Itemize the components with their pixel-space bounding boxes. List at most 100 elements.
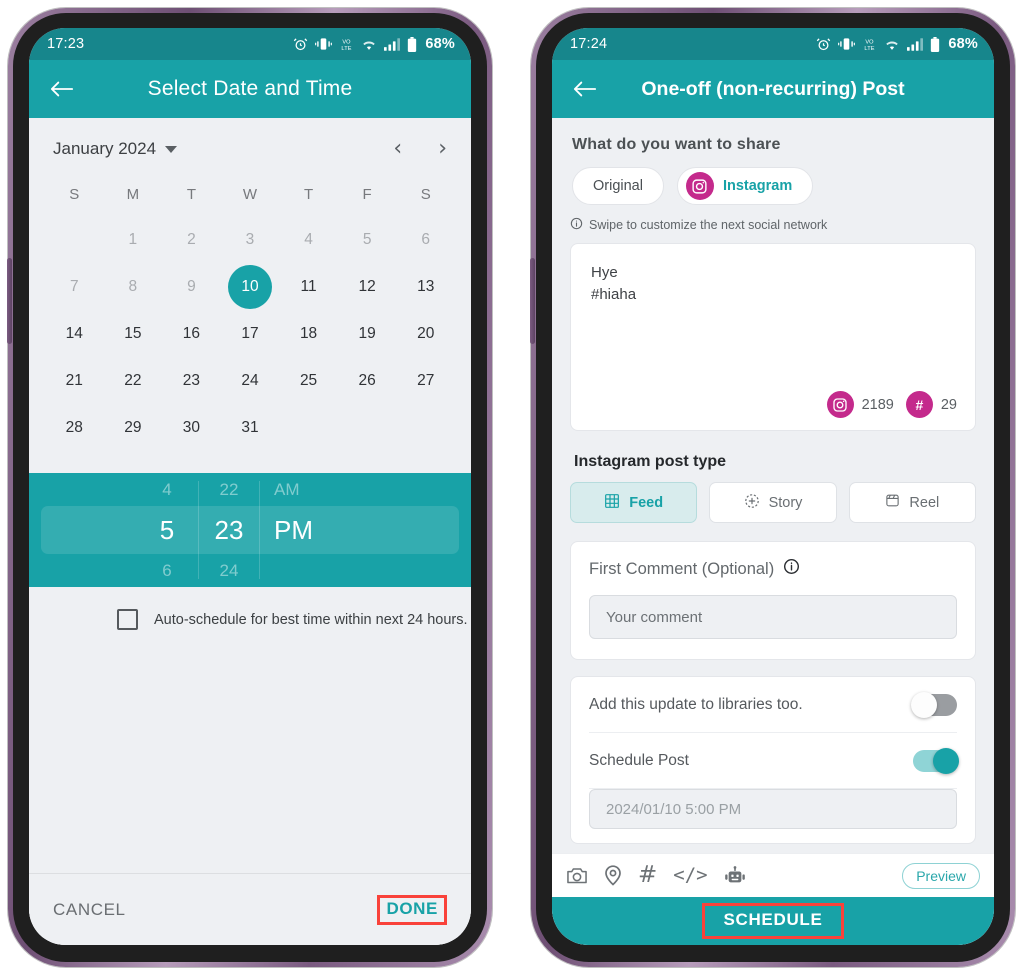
ampm-current[interactable]: PM bbox=[274, 506, 364, 554]
calendar-day-7[interactable]: 7 bbox=[45, 263, 104, 310]
arrow-left-icon[interactable] bbox=[45, 72, 79, 106]
calendar-day-2[interactable]: 2 bbox=[162, 216, 221, 263]
calendar-day-27[interactable]: 27 bbox=[396, 357, 455, 404]
calendar-day-11[interactable]: 11 bbox=[279, 263, 338, 310]
next-month-icon[interactable]: › bbox=[438, 138, 447, 160]
phone-left: 17:23 VO LTE 68% Select Date and Time Ja… bbox=[7, 8, 492, 967]
hashtag-icon[interactable]: # bbox=[638, 864, 657, 887]
chevron-down-icon[interactable] bbox=[165, 145, 178, 153]
calendar-day-30[interactable]: 30 bbox=[162, 404, 221, 451]
hour-next[interactable]: 6 bbox=[136, 554, 198, 587]
calendar-day-23[interactable]: 23 bbox=[162, 357, 221, 404]
info-circle-icon[interactable] bbox=[783, 558, 800, 580]
first-comment-card: First Comment (Optional) Your comment bbox=[570, 541, 976, 660]
hour-column[interactable]: 4 5 6 bbox=[136, 473, 198, 587]
calendar-day-empty bbox=[396, 404, 455, 451]
cancel-button[interactable]: CANCEL bbox=[53, 900, 126, 920]
post-text-input[interactable]: Hye #hiaha 2189 # 29 bbox=[570, 243, 976, 431]
calendar-month-label[interactable]: January 2024 bbox=[53, 139, 156, 159]
calendar-grid: SMTWTFS 1 2 3 4 5 6 7 8 9 10 11 12 13 14 15 16 17 18 19 20 2… bbox=[29, 164, 471, 451]
auto-schedule-checkbox[interactable] bbox=[117, 609, 138, 630]
calendar-day-5[interactable]: 5 bbox=[338, 216, 397, 263]
post-type-story-label: Story bbox=[768, 494, 803, 511]
minute-next[interactable]: 24 bbox=[198, 554, 260, 587]
swipe-hint-text: Swipe to customize the next social netwo… bbox=[589, 218, 828, 232]
calendar-week-0: 123456 bbox=[45, 216, 455, 263]
prev-month-icon[interactable]: ‹ bbox=[393, 138, 402, 160]
calendar-day-15[interactable]: 15 bbox=[104, 310, 163, 357]
calendar-day-16[interactable]: 16 bbox=[162, 310, 221, 357]
calendar-day-18[interactable]: 18 bbox=[279, 310, 338, 357]
tab-original[interactable]: Original bbox=[572, 167, 664, 205]
camera-icon[interactable] bbox=[566, 866, 588, 885]
calendar-day-26[interactable]: 26 bbox=[338, 357, 397, 404]
toggle-add-to-libraries[interactable] bbox=[911, 691, 957, 718]
calendar-day-10[interactable]: 10 bbox=[221, 263, 280, 310]
calendar-day-17[interactable]: 17 bbox=[221, 310, 280, 357]
svg-text:VO: VO bbox=[866, 39, 875, 45]
page-title: Select Date and Time bbox=[147, 77, 353, 100]
calendar-day-1[interactable]: 1 bbox=[104, 216, 163, 263]
post-type-title: Instagram post type bbox=[574, 453, 727, 470]
calendar-day-24[interactable]: 24 bbox=[221, 357, 280, 404]
robot-icon[interactable] bbox=[724, 865, 746, 886]
ampm-prev[interactable]: AM bbox=[274, 473, 364, 506]
instagram-icon bbox=[826, 391, 854, 418]
hour-prev[interactable]: 4 bbox=[136, 473, 198, 506]
calendar-dow-4: T bbox=[303, 185, 314, 203]
minute-column[interactable]: 22 23 24 bbox=[198, 473, 260, 587]
post-type-story[interactable]: Story bbox=[709, 482, 837, 523]
alarm-clock-icon bbox=[816, 37, 831, 52]
calendar-day-4[interactable]: 4 bbox=[279, 216, 338, 263]
arrow-left-icon[interactable] bbox=[568, 72, 602, 106]
date-picker-body: January 2024 ‹ › SMTWTFS 1 2 3 4 5 6 7 8 9 10 11 12… bbox=[29, 118, 471, 945]
schedule-button[interactable]: SCHEDULE bbox=[723, 910, 822, 929]
calendar-day-28[interactable]: 28 bbox=[45, 404, 104, 451]
toggle-knob bbox=[911, 691, 937, 718]
calendar-day-6[interactable]: 6 bbox=[396, 216, 455, 263]
calendar-day-3[interactable]: 3 bbox=[221, 216, 280, 263]
battery-percent: 68% bbox=[425, 36, 455, 52]
svg-text:LTE: LTE bbox=[865, 46, 875, 52]
first-comment-input[interactable]: Your comment bbox=[589, 595, 957, 639]
calendar-day-31[interactable]: 31 bbox=[221, 404, 280, 451]
calendar-day-20[interactable]: 20 bbox=[396, 310, 455, 357]
code-icon[interactable]: </> bbox=[673, 866, 707, 885]
app-bar: Select Date and Time bbox=[29, 60, 471, 118]
ampm-next[interactable] bbox=[274, 554, 364, 587]
post-type-reel[interactable]: Reel bbox=[848, 482, 976, 523]
minute-current[interactable]: 23 bbox=[198, 506, 260, 554]
post-type-feed[interactable]: Feed bbox=[570, 482, 698, 523]
tab-instagram[interactable]: Instagram bbox=[676, 167, 814, 205]
calendar-day-14[interactable]: 14 bbox=[45, 310, 104, 357]
location-pin-icon[interactable] bbox=[604, 865, 622, 886]
post-text-line-2: #hiaha bbox=[591, 286, 637, 303]
schedule-datetime-field[interactable]: 2024/01/10 5:00 PM bbox=[589, 789, 957, 829]
calendar-day-13[interactable]: 13 bbox=[396, 263, 455, 310]
calendar-day-19[interactable]: 19 bbox=[338, 310, 397, 357]
hour-current[interactable]: 5 bbox=[136, 506, 198, 554]
toggle-schedule-post[interactable] bbox=[913, 747, 959, 774]
composer-scroll[interactable]: What do you want to share Original Insta… bbox=[552, 118, 994, 853]
grid-icon bbox=[604, 493, 620, 513]
calendar-day-12[interactable]: 12 bbox=[338, 263, 397, 310]
swipe-hint: Swipe to customize the next social netwo… bbox=[552, 205, 994, 233]
ampm-column[interactable]: AM PM bbox=[260, 473, 364, 587]
hashtag-counter: 29 bbox=[940, 396, 957, 413]
volume-button[interactable] bbox=[7, 258, 12, 344]
minute-prev[interactable]: 22 bbox=[198, 473, 260, 506]
preview-button[interactable]: Preview bbox=[902, 862, 980, 889]
calendar-day-29[interactable]: 29 bbox=[104, 404, 163, 451]
volume-button-2[interactable] bbox=[530, 258, 535, 344]
time-picker[interactable]: 4 5 6 22 23 24 AM PM bbox=[29, 473, 471, 587]
composer-toolbar: # </> Preview bbox=[552, 853, 994, 897]
calendar-day-8[interactable]: 8 bbox=[104, 263, 163, 310]
calendar-day-25[interactable]: 25 bbox=[279, 357, 338, 404]
calendar-day-9[interactable]: 9 bbox=[162, 263, 221, 310]
status-time: 17:23 bbox=[47, 36, 85, 52]
calendar-day-22[interactable]: 22 bbox=[104, 357, 163, 404]
done-button[interactable]: DONE bbox=[386, 899, 438, 918]
calendar-day-selected[interactable]: 10 bbox=[227, 264, 272, 309]
calendar-day-empty bbox=[45, 216, 104, 263]
calendar-day-21[interactable]: 21 bbox=[45, 357, 104, 404]
